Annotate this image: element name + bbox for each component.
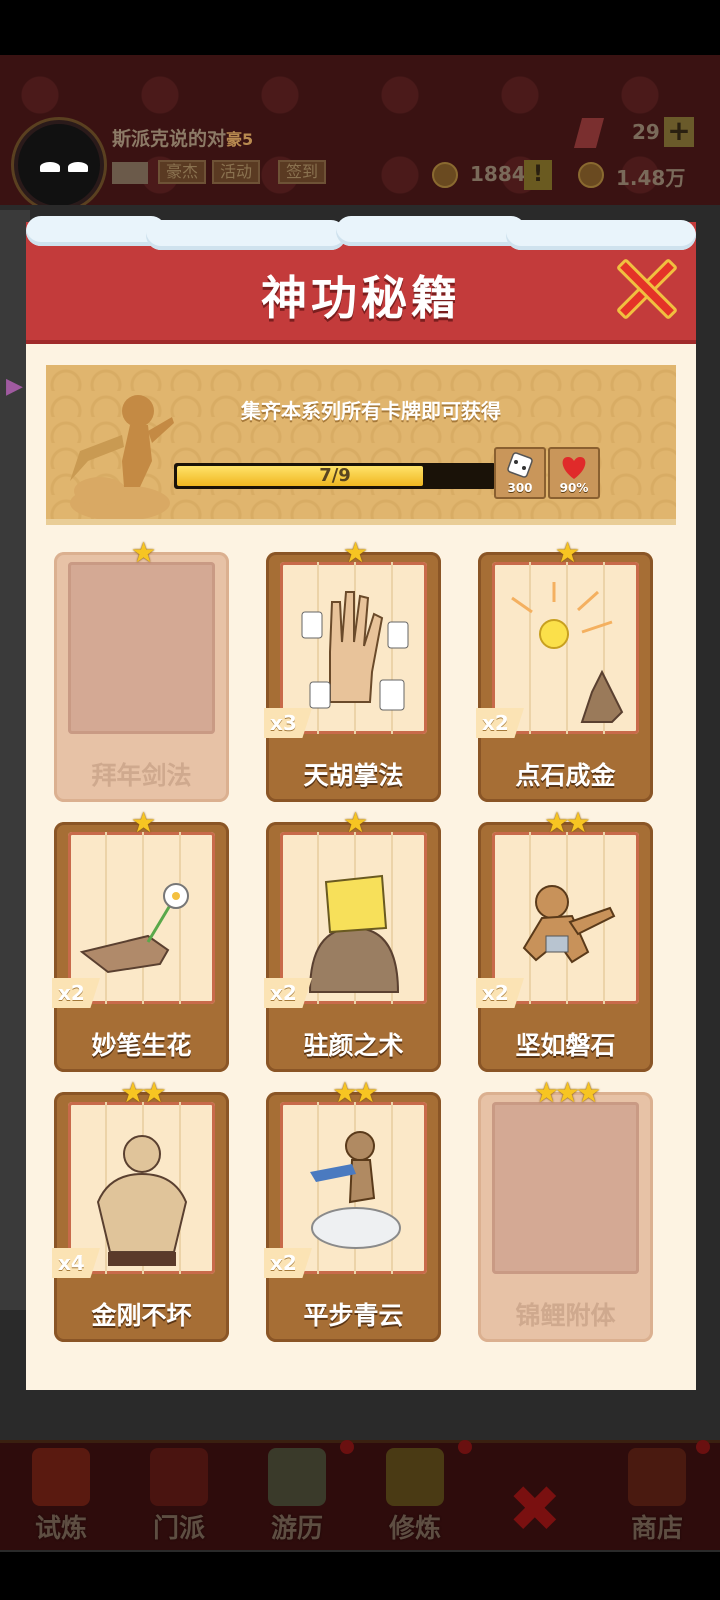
nav-label: 门派 <box>152 1514 205 1544</box>
avatar[interactable] <box>14 120 104 210</box>
cultivate-icon <box>386 1448 444 1506</box>
card-3[interactable]: ★ x2 妙笔生花 <box>52 806 229 1072</box>
nav-shop[interactable]: 商店 <box>598 1440 716 1550</box>
star-rating: ★ <box>342 806 368 839</box>
star-rating: ★ <box>130 536 156 569</box>
nav-label: 商店 <box>630 1514 683 1544</box>
checkin-button[interactable]: 签到 <box>278 160 327 184</box>
card-name: 天胡掌法 <box>303 761 404 790</box>
dice-icon <box>507 452 533 478</box>
heart-icon <box>562 457 586 479</box>
star-rating: ★★ <box>120 1076 166 1109</box>
nav-close-icon[interactable]: ✖ <box>508 1478 562 1542</box>
star-rating: ★ <box>342 536 368 569</box>
notification-dot <box>696 1440 710 1454</box>
nav-label: 试炼 <box>34 1514 87 1544</box>
trial-icon <box>32 1448 90 1506</box>
travel-icon <box>268 1448 326 1506</box>
flying-hero-icon <box>70 395 174 519</box>
card-name: 点石成金 <box>515 761 616 790</box>
system-nav-bar <box>0 1552 720 1600</box>
modal-title: 神功秘籍 <box>261 271 461 325</box>
reward-heart[interactable]: 90% <box>548 447 600 499</box>
close-button[interactable] <box>614 257 679 321</box>
hero-button[interactable]: 豪杰 <box>158 160 207 184</box>
star-rating: ★ <box>130 806 156 839</box>
reward-value: 90% <box>559 481 589 495</box>
card-name: 平步青云 <box>303 1301 404 1330</box>
collection-progress-bar: 7/9 <box>174 463 496 489</box>
card-6[interactable]: ★★ x4 金刚不坏 <box>52 1076 229 1342</box>
notification-dot <box>340 1440 354 1454</box>
card-4[interactable]: ★ x2 驻颜之术 <box>264 806 441 1072</box>
reward-dice[interactable]: 300 <box>494 447 546 499</box>
card-1[interactable]: ★ x3 天胡掌法 <box>264 536 441 802</box>
star-rating: ★★★ <box>533 1076 601 1109</box>
sect-icon <box>150 1448 208 1506</box>
add-gems-button[interactable]: + <box>664 117 694 147</box>
card-name: 拜年剑法 <box>91 761 192 790</box>
star-rating: ★★ <box>332 1076 378 1109</box>
nav-label: 游历 <box>270 1514 323 1544</box>
activity-button[interactable]: 活动 <box>212 160 261 184</box>
banner-text: 集齐本系列所有卡牌即可获得 <box>241 399 501 423</box>
side-arrow-icon[interactable]: ▶ <box>6 374 23 399</box>
game-header <box>0 55 720 205</box>
nav-label: 修炼 <box>388 1514 441 1544</box>
token-icon <box>432 162 458 188</box>
card-5[interactable]: ★★ x2 坚如磐石 <box>476 806 653 1072</box>
nav-trial[interactable]: 试炼 <box>2 1440 120 1550</box>
card-name: 锦鲤附体 <box>515 1301 616 1330</box>
snow-decoration <box>146 220 346 250</box>
series-reward-banner: 集齐本系列所有卡牌即可获得 7/9 300 90% <box>46 365 676 525</box>
reward-value: 300 <box>507 481 533 495</box>
nav-cultivate[interactable]: 修炼 <box>356 1440 474 1550</box>
snow-decoration <box>336 216 526 246</box>
card-name: 金刚不坏 <box>91 1301 192 1330</box>
modal-header: 神功秘籍 <box>26 216 696 344</box>
card-2[interactable]: ★ x2 点石成金 <box>476 536 653 802</box>
gem-count: 29 <box>632 120 660 144</box>
warning-icon[interactable]: ! <box>524 160 552 190</box>
status-bar <box>0 0 720 55</box>
card-7[interactable]: ★★ x2 平步青云 <box>264 1076 441 1342</box>
token-count: 1884 <box>470 162 526 186</box>
card-0[interactable]: ★ 拜年剑法 <box>54 536 229 802</box>
coin-count: 1.48万 <box>616 166 686 190</box>
card-name: 驻颜之术 <box>303 1031 404 1060</box>
snow-decoration <box>26 216 166 246</box>
card-collection-modal: 神功秘籍 集齐本系列所有卡牌即可获得 7/9 300 90% ★ 拜年剑法 ★ … <box>26 216 696 1390</box>
progress-text: 7/9 <box>319 465 351 486</box>
card-8[interactable]: ★★★ 锦鲤附体 <box>478 1076 653 1342</box>
card-name: 妙笔生花 <box>91 1031 192 1060</box>
snow-decoration <box>506 220 696 250</box>
star-rating: ★★ <box>544 806 590 839</box>
mail-icon[interactable] <box>112 162 148 184</box>
nav-sect[interactable]: 门派 <box>120 1440 238 1550</box>
player-rank: 豪5 <box>226 130 254 149</box>
coin-icon <box>578 162 604 188</box>
shop-icon <box>628 1448 686 1506</box>
card-name: 坚如磐石 <box>515 1031 616 1060</box>
notification-dot <box>458 1440 472 1454</box>
star-rating: ★ <box>554 536 580 569</box>
nav-travel[interactable]: 游历 <box>238 1440 356 1550</box>
player-name: 斯派克说的对豪5 <box>112 128 254 150</box>
